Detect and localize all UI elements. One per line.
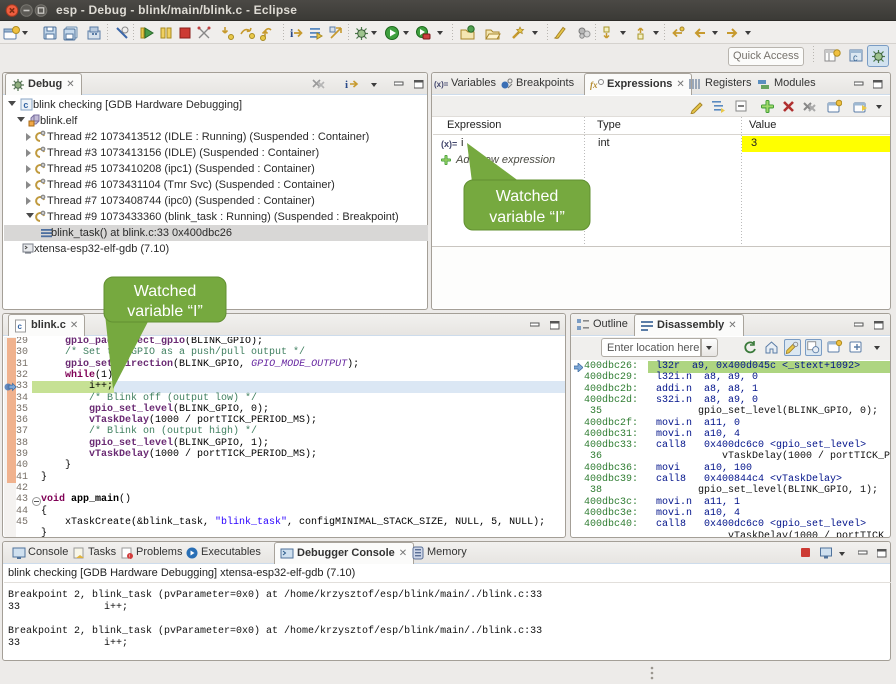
svg-text:c: c (18, 322, 23, 331)
svg-text:c: c (23, 100, 28, 110)
svg-text:variable “I”: variable “I” (127, 303, 203, 320)
svg-text:(x)=: (x)= (434, 80, 448, 89)
svg-text:C: C (853, 55, 858, 64)
svg-text:Watched: Watched (134, 283, 197, 300)
svg-text:Watched: Watched (496, 188, 559, 205)
svg-text:i: i (345, 79, 348, 91)
svg-text:i: i (290, 26, 294, 40)
svg-text:!: ! (129, 554, 130, 560)
svg-text:variable “I”: variable “I” (489, 209, 565, 226)
svg-text:fx: fx (590, 80, 598, 90)
